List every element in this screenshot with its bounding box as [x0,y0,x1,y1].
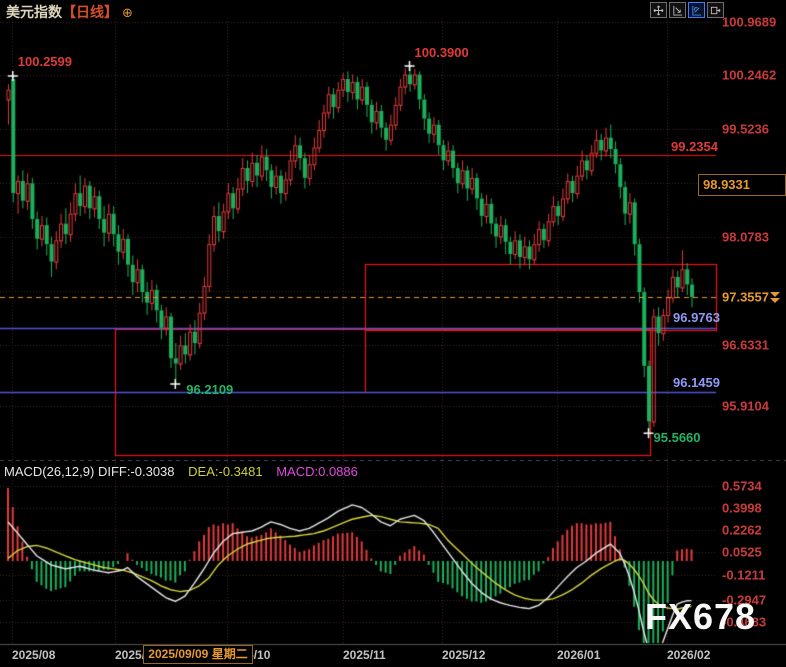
period-label: 【日线】 [62,4,118,20]
macd-tick-label: 0.0525 [722,545,762,560]
macd-tick-label: 0.3998 [722,501,762,516]
pane-tool-button[interactable] [707,2,724,18]
macd-diff-value: DIFF:-0.3038 [98,464,175,479]
support-line1-label: 96.9763 [673,310,720,325]
cursor-date-badge: 2025/09/09 星期二 [143,645,253,664]
zoom-x-icon [672,5,683,16]
candlestick-chart-canvas[interactable] [0,0,786,667]
down-triangle-icon [770,298,780,303]
month-label: 2025/11 [343,648,386,662]
month-label: 2025/12 [442,648,485,662]
swing-low-label: 95.5660 [654,430,701,445]
price-tick-label: 100.9689 [722,15,776,30]
chart-window: 美元指数【日线】 ⊕ 100.9689 100.2462 99.5236 98.0783… [0,0,786,667]
zoom-x-tool-button[interactable] [669,2,686,18]
chart-header: 美元指数【日线】 ⊕ [6,2,133,22]
price-tick-label: 100.2462 [722,68,776,83]
pan-tool-button[interactable] [650,2,667,18]
macd-tick-label: 0.2262 [722,523,762,538]
swing-high-label: 100.3900 [415,45,469,60]
last-price-label: 97.3557 [722,290,769,305]
instrument-title: 美元指数 [6,4,62,20]
pane-icon [710,5,721,16]
down-triangle-icon [770,292,780,297]
resistance-line-label: 99.2354 [671,139,718,154]
price-tick-label: 96.6331 [722,338,769,353]
price-tick-label: 98.0783 [722,230,769,245]
macd-dea-value: DEA:-0.3481 [188,464,262,479]
macd-tick-label: -0.1211 [722,568,765,583]
zoom-y-icon [691,5,702,16]
price-tick-label: 95.9104 [722,399,769,414]
swing-high-label: 100.2599 [18,54,72,69]
macd-tick-label: 0.5734 [722,479,762,494]
support-line2-label: 96.1459 [673,375,720,390]
swing-low-label: 96.2109 [186,382,233,397]
macd-hist-value: MACD:0.0886 [276,464,358,479]
add-indicator-icon[interactable]: ⊕ [122,5,133,20]
chart-toolbar [650,2,724,18]
watermark: FX678 [645,596,756,638]
zoom-y-tool-button[interactable] [688,2,705,18]
macd-header: MACD(26,12,9) DIFF:-0.3038 DEA:-0.3481 M… [4,464,358,479]
month-label: 2026/01 [557,648,600,662]
macd-name-label: MACD(26,12,9) [4,464,94,479]
month-label: 2026/02 [667,648,710,662]
cursor-price-badge: 98.9331 [698,174,786,196]
pan-icon [653,5,664,16]
price-tick-label: 99.5236 [722,122,769,137]
month-label: 2025/08 [12,648,55,662]
scroll-to-latest-icon[interactable] [770,292,780,303]
